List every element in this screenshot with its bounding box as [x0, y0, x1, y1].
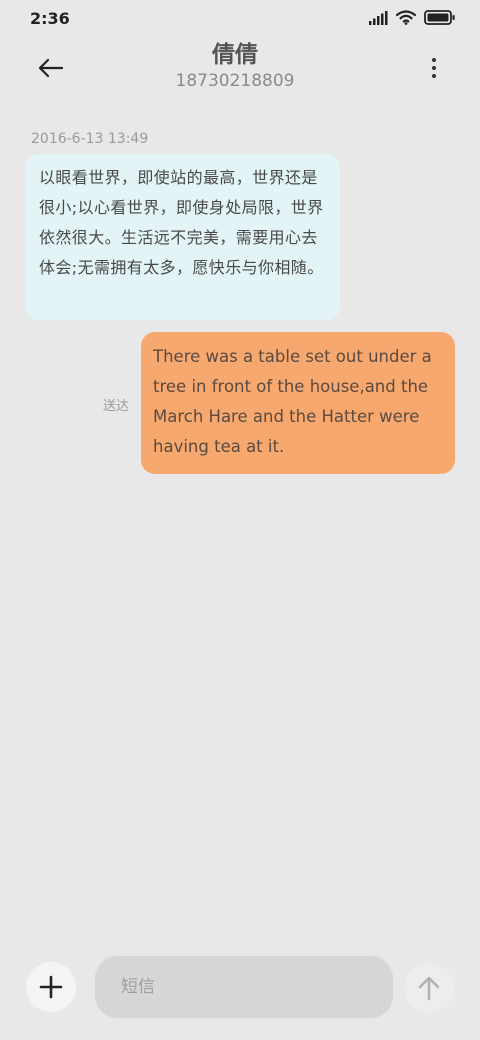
back-button[interactable]: [30, 50, 70, 86]
header: 倩倩 18730218809: [0, 38, 480, 100]
contact-number: 18730218809: [175, 71, 295, 91]
more-vertical-icon: [432, 58, 436, 62]
contact-info: 倩倩 18730218809: [100, 40, 370, 92]
signal-icon: [369, 10, 388, 25]
incoming-message-bubble[interactable]: 以眼看世界，即使站的最高，世界还是很小;以心看世界，即使身处局限，世界依然很大。…: [25, 154, 340, 320]
composer-bar: [0, 950, 480, 1030]
outgoing-message-bubble[interactable]: There was a table set out under a tree i…: [141, 332, 455, 474]
more-options-button[interactable]: [422, 52, 446, 84]
status-icons: [368, 10, 456, 25]
send-button[interactable]: [404, 963, 454, 1013]
contact-name: 倩倩: [212, 42, 258, 68]
message-timestamp: 2016-6-13 13:49: [31, 131, 149, 147]
wifi-icon: [396, 10, 416, 25]
battery-icon: [424, 10, 455, 25]
delivery-status: 送达: [103, 399, 130, 414]
message-input[interactable]: [95, 956, 393, 1018]
arrow-up-icon: [418, 976, 440, 1001]
status-bar: 2:36: [0, 0, 480, 38]
plus-icon: [39, 975, 63, 999]
status-time: 2:36: [30, 9, 70, 28]
arrow-left-icon: [38, 58, 63, 78]
add-attachment-button[interactable]: [26, 962, 76, 1012]
